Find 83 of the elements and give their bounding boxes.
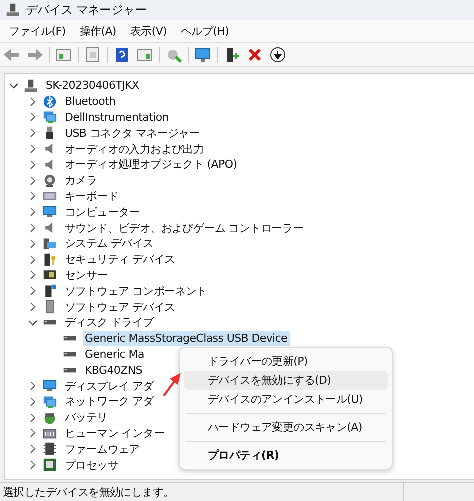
tree-item[interactable]: バッテリ <box>63 410 110 426</box>
software-device-icon <box>43 300 57 314</box>
tree-item[interactable]: SK-20230406TJKX <box>44 78 142 94</box>
menu-item[interactable]: 表示(V) <box>123 22 174 40</box>
tree-item[interactable]: ディスク ドライブ <box>63 315 156 330</box>
context-menu-item[interactable]: デバイスのアンインストール(U) <box>184 390 388 409</box>
tree-item[interactable]: システム デバイス <box>63 236 156 252</box>
input-device-icon <box>43 426 57 440</box>
expand-chevron-icon[interactable] <box>9 80 19 91</box>
expand-chevron-icon[interactable] <box>28 396 38 407</box>
context-menu-item[interactable]: プロパティ(R) <box>184 446 388 465</box>
expand-chevron-icon[interactable] <box>28 428 38 438</box>
monitor-icon[interactable] <box>194 46 212 64</box>
drive-icon <box>63 366 77 374</box>
computer-icon <box>24 78 38 93</box>
tree-item[interactable]: ヒューマン インター <box>63 426 166 441</box>
expand-chevron-icon[interactable] <box>28 223 38 234</box>
expand-chevron-icon[interactable] <box>28 191 38 202</box>
context-menu-item[interactable]: ドライバーの更新(P) <box>184 352 388 371</box>
display-adapter-icon <box>43 379 57 394</box>
chip-icon <box>43 442 57 456</box>
menu-item[interactable]: 操作(A) <box>72 22 124 40</box>
status-text: 選択したデバイスを無効にします。 <box>2 484 176 500</box>
sensor-board-icon <box>43 268 57 282</box>
expand-chevron-icon[interactable] <box>28 412 38 423</box>
expand-chevron-icon[interactable] <box>28 144 38 154</box>
tree-item[interactable]: プロセッサ <box>63 458 121 473</box>
properties-icon[interactable] <box>84 46 102 64</box>
download-icon[interactable] <box>269 46 287 64</box>
tree-item[interactable]: KBG40ZNS <box>83 362 144 378</box>
bluetooth-icon <box>43 94 57 109</box>
expand-chevron-icon[interactable] <box>28 286 38 296</box>
tree-item[interactable]: Bluetooth <box>63 94 118 110</box>
tree-item[interactable]: ディスプレイ アダ <box>63 378 156 394</box>
drive-icon <box>63 335 77 342</box>
expand-chevron-icon[interactable] <box>28 381 38 392</box>
network-icon <box>43 394 57 409</box>
context-menu-item[interactable]: デバイスを無効にする(D) <box>184 371 388 390</box>
tree-item[interactable]: センサー <box>63 268 110 283</box>
tree-item[interactable]: カメラ <box>63 173 100 188</box>
arrow-annotation <box>162 372 182 398</box>
tree-item[interactable]: サウンド、ビデオ、およびゲーム コントローラー <box>63 220 306 236</box>
tree-item[interactable]: ファームウェア <box>63 442 142 457</box>
system-device-icon <box>43 236 57 251</box>
menu-item[interactable]: ヘルプ(H) <box>174 22 236 40</box>
expand-chevron-icon[interactable] <box>28 112 38 122</box>
expand-chevron-icon[interactable] <box>28 270 38 280</box>
help-icon[interactable] <box>113 46 131 64</box>
expand-chevron-icon[interactable] <box>28 302 38 312</box>
tree-item[interactable]: コンピューター <box>63 204 142 220</box>
expand-chevron-icon[interactable] <box>28 460 38 470</box>
expand-chevron-icon[interactable] <box>28 128 38 138</box>
tree-item[interactable]: セキュリティ デバイス <box>63 252 178 268</box>
tree-item[interactable]: キーボード <box>63 188 121 204</box>
tree-item[interactable]: ソフトウェア コンポーネント <box>63 284 210 299</box>
tree-item[interactable]: USB コネクタ マネージャー <box>63 126 202 141</box>
security-key-icon <box>43 252 57 267</box>
expand-chevron-icon[interactable] <box>28 318 38 328</box>
network-icon <box>43 110 57 124</box>
drive-icon <box>43 319 57 326</box>
expand-chevron-icon[interactable] <box>28 160 38 170</box>
webcam-icon <box>43 174 57 188</box>
expand-chevron-icon[interactable] <box>28 96 38 107</box>
software-component-icon <box>43 284 57 298</box>
tree-item[interactable]: ネットワーク アダ <box>63 394 156 410</box>
tree-item[interactable]: オーディオ処理オブジェクト (APO) <box>63 157 240 172</box>
expand-chevron-icon[interactable] <box>28 238 38 249</box>
tree-item[interactable]: DellInstrumentation <box>63 110 171 125</box>
monitor-icon <box>43 205 57 220</box>
menu-item[interactable]: ファイル(F) <box>2 22 73 40</box>
processor-icon <box>43 458 57 472</box>
tree-item[interactable]: オーディオの入力および出力 <box>63 142 206 157</box>
expand-chevron-icon[interactable] <box>28 444 38 454</box>
expand-chevron-icon[interactable] <box>28 207 38 218</box>
computer-icon <box>6 3 20 17</box>
window-title: デバイス マネージャー <box>26 2 147 18</box>
tree-item[interactable]: Generic Ma <box>83 346 146 362</box>
tree-item[interactable]: Generic MassStorageClass USB Device <box>83 331 290 346</box>
expand-chevron-icon[interactable] <box>28 254 38 265</box>
context-menu-item[interactable]: ハードウェア変更のスキャン(A) <box>184 418 388 437</box>
tree-item[interactable]: ソフトウェア デバイス <box>63 300 178 315</box>
expand-chevron-icon[interactable] <box>28 176 38 186</box>
drive-icon <box>63 350 77 358</box>
